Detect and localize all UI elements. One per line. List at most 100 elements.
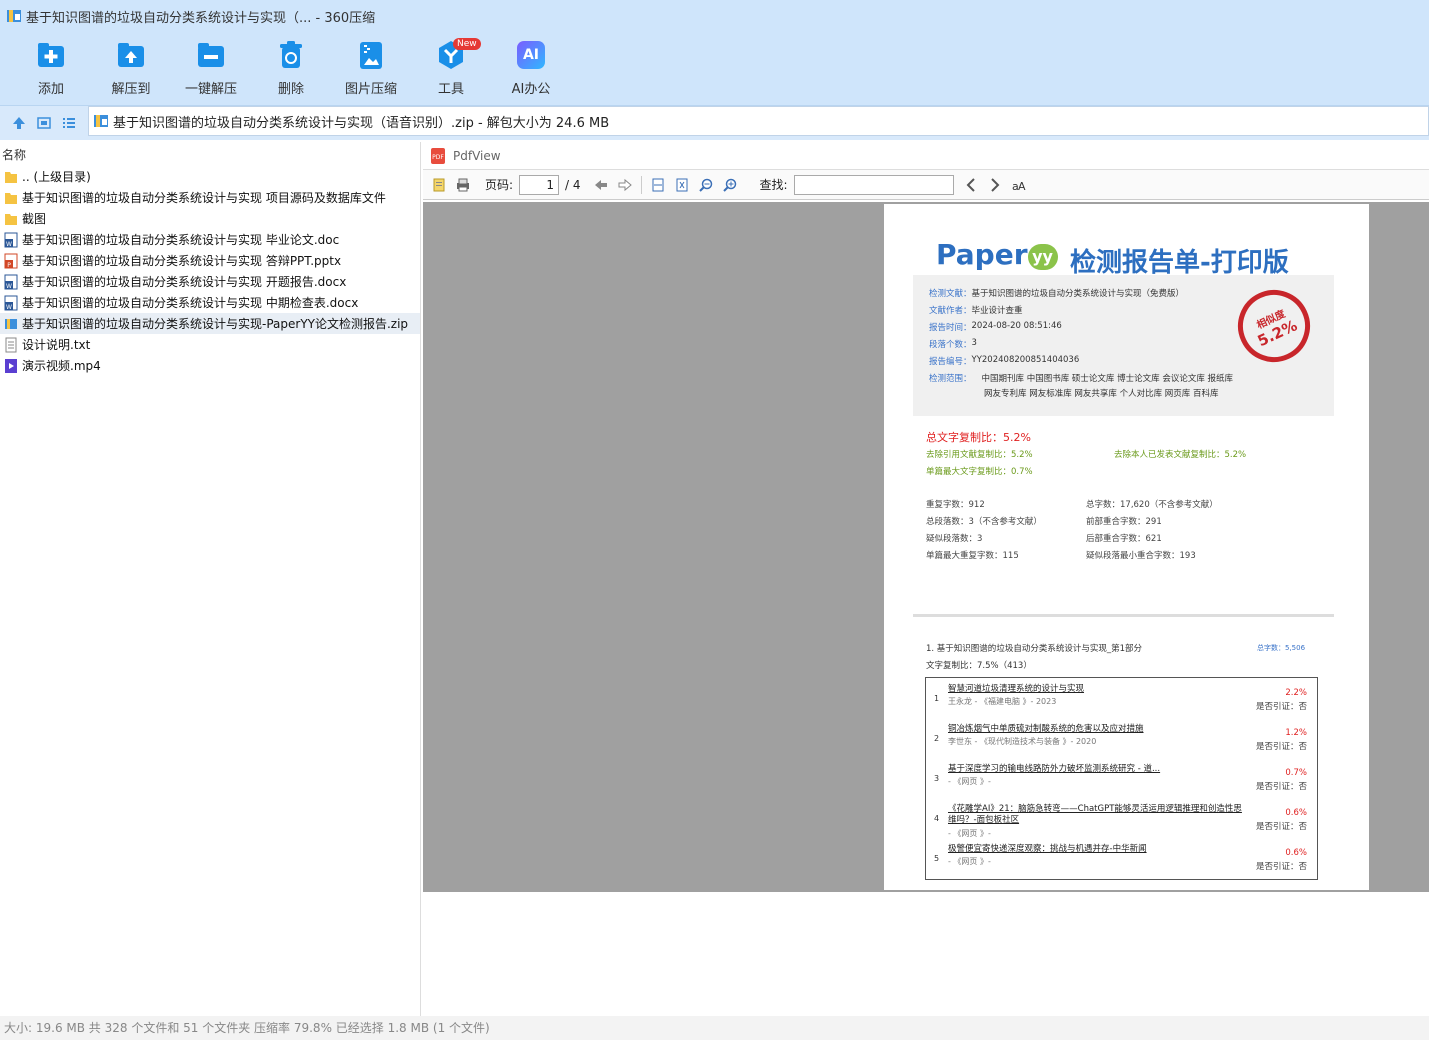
info-row: 段落个数： 3 bbox=[929, 338, 977, 350]
find-label: 查找: bbox=[759, 178, 788, 192]
pdf-document-view[interactable]: Paper yy 检测报告单-打印版 检测文献： 基于知识图谱的垃圾自动分类系统设计… bbox=[423, 202, 1429, 892]
paperyy-logo: Paper yy bbox=[936, 238, 1058, 271]
stat-item: 疑似段落数：3 bbox=[926, 534, 983, 544]
file-name: 基于知识图谱的垃圾自动分类系统设计与实现-PaperYY论文检测报告.zip bbox=[22, 317, 409, 331]
source-percent: 0.6% bbox=[1285, 848, 1307, 858]
section-title: 1. 基于知识图谱的垃圾自动分类系统设计与实现_第1部分 bbox=[926, 644, 1142, 654]
source-title[interactable]: 《花雕学AI》21：脑筋急转弯——ChatGPT能够灵活运用逻辑推理和创造性思维… bbox=[948, 804, 1248, 826]
file-row[interactable]: W 基于知识图谱的垃圾自动分类系统设计与实现 开题报告.docx bbox=[0, 271, 420, 292]
up-arrow-icon[interactable] bbox=[11, 115, 27, 131]
path-text: 基于知识图谱的垃圾自动分类系统设计与实现（语音识别）.zip - 解包大小为 2… bbox=[113, 115, 610, 131]
page-number-input[interactable]: 1 bbox=[519, 174, 560, 195]
file-name: 基于知识图谱的垃圾自动分类系统设计与实现 毕业论文.doc bbox=[22, 233, 340, 247]
thumbnail-view-icon[interactable] bbox=[36, 115, 52, 131]
file-name: 基于知识图谱的垃圾自动分类系统设计与实现 中期检查表.docx bbox=[22, 296, 359, 310]
text-file-icon bbox=[4, 337, 18, 353]
file-row[interactable]: 演示视频.mp4 bbox=[0, 355, 420, 376]
source-title[interactable]: 基于深度学习的输电线路防外力破坏监测系统研究 - 道... bbox=[948, 764, 1248, 775]
svg-text:W: W bbox=[6, 283, 12, 290]
source-row: 2 铜冶炼烟气中单质硫对制酸系统的危害以及应对措施 李世东 - 《现代制造技术与装备… bbox=[926, 720, 1317, 760]
folder-icon bbox=[4, 190, 18, 206]
similar-sources-table: 1 智慧河道垃圾清理系统的设计与实现 王永龙 - 《福建电脑 》- 2023 2.2%… bbox=[925, 677, 1318, 880]
source-meta: 王永龙 - 《福建电脑 》- 2023 bbox=[948, 697, 1057, 706]
pdf-toolbar: 页码: 1 / 4 查找: aA bbox=[423, 170, 1429, 200]
exclude-ref-ratio: 去除引用文献复制比：5.2% bbox=[926, 450, 1033, 460]
section-ratio: 文字复制比：7.5%（413） bbox=[926, 661, 1032, 671]
source-index: 2 bbox=[934, 734, 940, 743]
extract-to-button[interactable]: 解压到 bbox=[99, 38, 163, 100]
zoom-in-icon[interactable] bbox=[721, 176, 739, 194]
file-row[interactable]: 基于知识图谱的垃圾自动分类系统设计与实现-PaperYY论文检测报告.zip bbox=[0, 313, 420, 334]
list-view-icon[interactable] bbox=[61, 115, 77, 131]
prev-page-icon[interactable] bbox=[592, 176, 610, 194]
find-input[interactable] bbox=[793, 174, 954, 195]
info-row: 检测范围： 中国期刊库 中国图书库 硕士论文库 博士论文库 会议论文库 报纸库 bbox=[929, 372, 1233, 384]
video-file-icon bbox=[4, 358, 18, 374]
info-value: 3 bbox=[971, 338, 977, 348]
info-key: 报告编号： bbox=[929, 357, 972, 367]
report-info-box: 检测文献： 基于知识图谱的垃圾自动分类系统设计与实现（免费版） 文献作者： 毕业设计查… bbox=[913, 275, 1334, 416]
source-percent: 0.7% bbox=[1285, 768, 1307, 778]
add-button[interactable]: 添加 bbox=[19, 38, 83, 100]
source-meta: - 《网页 》- bbox=[948, 777, 991, 786]
page-label: 页码: bbox=[485, 178, 514, 192]
file-row[interactable]: P 基于知识图谱的垃圾自动分类系统设计与实现 答辩PPT.pptx bbox=[0, 250, 420, 271]
source-row: 5 极警便宜寄快递深度观察：挑战与机遇并存-中华新闻 - 《网页 》- 0.6% 是否引… bbox=[926, 840, 1317, 880]
file-row[interactable]: W 基于知识图谱的垃圾自动分类系统设计与实现 中期检查表.docx bbox=[0, 292, 420, 313]
svg-text:W: W bbox=[6, 241, 12, 248]
source-title[interactable]: 极警便宜寄快递深度观察：挑战与机遇并存-中华新闻 bbox=[948, 844, 1248, 855]
file-name: .. (上级目录) bbox=[22, 170, 91, 184]
find-next-icon[interactable] bbox=[986, 176, 1004, 194]
ai-icon: AI bbox=[517, 41, 545, 69]
file-name: 截图 bbox=[22, 212, 47, 226]
similarity-stamp: 相似度 5.2% bbox=[1226, 278, 1322, 374]
file-row[interactable]: 截图 bbox=[0, 208, 420, 229]
source-title[interactable]: 智慧河道垃圾清理系统的设计与实现 bbox=[948, 684, 1248, 695]
stats-left: 重复字数：912 总段落数：3（不含参考文献） 疑似段落数：3 单篇最大重复字数：11… bbox=[926, 498, 1042, 566]
column-header-name[interactable]: 名称 bbox=[0, 142, 420, 166]
svg-text:PDF: PDF bbox=[432, 154, 444, 161]
fit-page-icon[interactable] bbox=[673, 176, 691, 194]
file-row[interactable]: .. (上级目录) bbox=[0, 166, 420, 187]
file-row[interactable]: 基于知识图谱的垃圾自动分类系统设计与实现 项目源码及数据库文件 bbox=[0, 187, 420, 208]
source-cited: 是否引证：否 bbox=[1255, 702, 1307, 712]
delete-button[interactable]: 删除 bbox=[259, 38, 323, 100]
word-doc-icon: W bbox=[4, 295, 18, 311]
print-icon[interactable] bbox=[454, 176, 472, 194]
file-row[interactable]: 设计说明.txt bbox=[0, 334, 420, 355]
section-words: 总字数：5,506 bbox=[1257, 644, 1306, 652]
one-click-extract-button[interactable]: 一键解压 bbox=[179, 38, 243, 100]
pdf-icon: PDF bbox=[431, 147, 445, 164]
open-doc-icon[interactable] bbox=[430, 176, 448, 194]
info-value: 毕业设计查重 bbox=[971, 306, 1023, 316]
single-max-ratio: 单篇最大文字复制比：0.7% bbox=[926, 467, 1033, 477]
image-compress-button[interactable]: 图片压缩 bbox=[339, 38, 403, 100]
info-key: 文献作者： bbox=[929, 306, 972, 316]
stat-item: 重复字数：912 bbox=[926, 500, 985, 510]
source-index: 4 bbox=[934, 814, 940, 823]
next-page-icon[interactable] bbox=[616, 176, 634, 194]
extract-to-label: 解压到 bbox=[111, 82, 151, 97]
info-value: YY202408200851404036 bbox=[971, 355, 1080, 365]
find-prev-icon[interactable] bbox=[962, 176, 980, 194]
fit-width-icon[interactable] bbox=[649, 176, 667, 194]
ai-office-button[interactable]: AI AI办公 bbox=[499, 38, 563, 100]
file-row[interactable]: W 基于知识图谱的垃圾自动分类系统设计与实现 毕业论文.doc bbox=[0, 229, 420, 250]
pdf-page: Paper yy 检测报告单-打印版 检测文献： 基于知识图谱的垃圾自动分类系统设计… bbox=[884, 204, 1369, 890]
zoom-out-icon[interactable] bbox=[697, 176, 715, 194]
status-bar: 大小: 19.6 MB 共 328 个文件和 51 个文件夹 压缩率 79.8%… bbox=[0, 1016, 1429, 1040]
tools-button[interactable]: New 工具 bbox=[419, 38, 483, 100]
source-row: 1 智慧河道垃圾清理系统的设计与实现 王永龙 - 《福建电脑 》- 2023 2.2%… bbox=[926, 680, 1317, 720]
report-title: 检测报告单-打印版 bbox=[1070, 248, 1289, 278]
page-total: / 4 bbox=[565, 177, 581, 192]
pdf-preview-pane: PDF PdfView 页码: 1 / 4 查找: aA Paper yy 检测报… bbox=[423, 142, 1429, 892]
main-toolbar: 添加 解压到 一键解压 删除 图片压缩 New 工具 AI AI办公 bbox=[0, 32, 1429, 106]
archive-app-icon bbox=[7, 10, 21, 22]
source-row: 4 《花雕学AI》21：脑筋急转弯——ChatGPT能够灵活运用逻辑推理和创造性思… bbox=[926, 800, 1317, 840]
match-case-icon[interactable]: aA bbox=[1010, 176, 1028, 194]
source-row: 3 基于深度学习的输电线路防外力破坏监测系统研究 - 道... - 《网页 》- 0.… bbox=[926, 760, 1317, 800]
path-field[interactable]: 基于知识图谱的垃圾自动分类系统设计与实现（语音识别）.zip - 解包大小为 2… bbox=[88, 106, 1429, 136]
file-list-pane: 名称 .. (上级目录) 基于知识图谱的垃圾自动分类系统设计与实现 项目源码及数据… bbox=[0, 142, 421, 1016]
source-title[interactable]: 铜冶炼烟气中单质硫对制酸系统的危害以及应对措施 bbox=[948, 724, 1248, 735]
ppt-icon: P bbox=[4, 253, 18, 269]
